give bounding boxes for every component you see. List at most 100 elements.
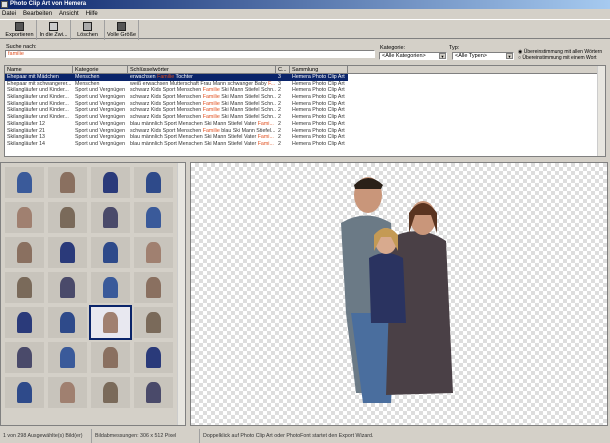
cell-count: 2	[278, 107, 281, 114]
cell-empty	[348, 81, 605, 88]
table-row[interactable]: Skilangläufer und Kinder... Sport und Ve…	[5, 114, 605, 121]
table-scrollbar[interactable]	[597, 66, 605, 156]
full-size-label: Volle Größe	[106, 32, 137, 38]
thumbnail[interactable]	[91, 272, 130, 303]
table-row[interactable]: Skilangläufer und Kinder... Sport und Ve…	[5, 107, 605, 114]
thumbnail[interactable]	[48, 307, 87, 338]
thumbnail[interactable]	[48, 167, 87, 198]
thumbnail[interactable]	[91, 342, 130, 373]
delete-button[interactable]: Löschen	[71, 20, 105, 40]
type-select[interactable]: <Alle Typen> ▼	[452, 52, 514, 60]
match-any-radio[interactable]: ○ Übereinstimmung mit einem Wort	[518, 55, 602, 61]
keywords-text: erwachsen	[130, 74, 158, 80]
table-row[interactable]: Skilangläufer 13 Sport und Vergnügen bla…	[5, 134, 605, 141]
cell-collection: Hemera Photo Clip Art	[292, 134, 345, 141]
thumbnail[interactable]	[91, 167, 130, 198]
thumbnail[interactable]	[5, 342, 44, 373]
cell-keywords: schwarz Kids Sport Menschen Familie Ski …	[128, 101, 276, 108]
col-name[interactable]: Name	[5, 66, 73, 73]
col-count[interactable]: C...	[276, 66, 290, 73]
thumbnail[interactable]	[134, 202, 173, 233]
clipboard-button[interactable]: In die Zwi...	[37, 20, 71, 40]
table-row[interactable]: Skilangläufer und Kinder... Sport und Ve…	[5, 101, 605, 108]
cell-count: 2	[278, 140, 281, 147]
thumbnail-image	[16, 171, 33, 194]
thumbnail[interactable]	[91, 202, 130, 233]
search-input[interactable]: familie	[5, 50, 375, 58]
cell-collection: Hemera Photo Clip Art	[292, 107, 345, 114]
menu-bearbeiten[interactable]: Bearbeiten	[23, 10, 52, 18]
cell-keywords: schwarz Kids Sport Menschen Familie blau…	[128, 128, 276, 135]
match-options: ◉ Übereinstimmung mit allen Wörtern ○ Üb…	[518, 49, 602, 61]
thumbnail[interactable]	[48, 377, 87, 408]
thumbnail-image	[16, 241, 33, 264]
table-row[interactable]: Skilangläufer 14 Sport und Vergnügen bla…	[5, 141, 605, 148]
keywords-text: Ski Mann Stiefel Schn...	[219, 87, 276, 94]
cell-empty	[348, 128, 605, 135]
table-row[interactable]: Skilangläufer 12 Sport und Vergnügen bla…	[5, 121, 605, 128]
table-row[interactable]: Skilangläufer und Kinder... Sport und Ve…	[5, 94, 605, 101]
thumbnail[interactable]	[91, 237, 130, 268]
table-row[interactable]: Skilangläufer und Kinder... Sport und Ve…	[5, 87, 605, 94]
keywords-text: blau männlich Sport Menschen Ski Mann St…	[130, 134, 258, 141]
table-row[interactable]: Skilangläufer 21 Sport und Vergnügen sch…	[5, 128, 605, 135]
table-row[interactable]: Ehepaar mit schwangerer... Menschen weiß…	[5, 81, 605, 88]
chevron-down-icon[interactable]: ▼	[439, 53, 446, 59]
keyword-highlight: Familie	[202, 94, 220, 101]
full-size-icon	[117, 22, 126, 31]
thumbnail[interactable]	[134, 307, 173, 338]
col-collection[interactable]: Sammlung	[290, 66, 348, 73]
thumbnail[interactable]	[48, 272, 87, 303]
thumbnail-image	[59, 241, 76, 264]
category-select[interactable]: <Alle Kategorien> ▼	[379, 52, 447, 60]
export-button[interactable]: Exportieren	[3, 20, 37, 40]
thumbnail[interactable]	[134, 342, 173, 373]
cell-count: 3	[276, 74, 290, 81]
cell-name: Skilangläufer 12	[7, 120, 45, 127]
thumbnail-image	[16, 311, 33, 334]
cell-category: Sport und Vergnügen	[75, 140, 126, 147]
col-keywords[interactable]: Schlüsselwörter	[128, 66, 276, 73]
thumbnail[interactable]	[48, 237, 87, 268]
thumbnail-scrollbar[interactable]	[177, 163, 185, 425]
menu-hilfe[interactable]: Hilfe	[86, 10, 98, 18]
thumbnail[interactable]	[5, 377, 44, 408]
thumbnail[interactable]	[89, 305, 132, 340]
menu-ansicht[interactable]: Ansicht	[59, 10, 79, 18]
keyword-highlight: Familie	[157, 74, 175, 80]
thumbnail[interactable]	[48, 202, 87, 233]
keywords-text: schwarz Kids Sport Menschen	[130, 100, 203, 107]
thumbnail-panel	[0, 162, 186, 426]
thumbnail-image	[145, 206, 162, 229]
cell-count: 2	[278, 120, 281, 127]
cell-collection: Hemera Photo Clip Art	[292, 114, 345, 121]
col-category[interactable]: Kategorie	[73, 66, 128, 73]
thumbnail-image	[16, 206, 33, 229]
cell-name: Skilangläufer 21	[7, 127, 45, 134]
thumbnail[interactable]	[48, 342, 87, 373]
thumbnail[interactable]	[134, 377, 173, 408]
title-bar: Photo Clip Art von Hemera	[0, 0, 610, 9]
keywords-text: blau männlich Sport Menschen Ski Mann St…	[130, 140, 258, 147]
thumbnail[interactable]	[5, 307, 44, 338]
thumbnail[interactable]	[5, 202, 44, 233]
thumbnail[interactable]	[134, 237, 173, 268]
thumbnail[interactable]	[134, 272, 173, 303]
cell-collection: Hemera Photo Clip Art	[292, 80, 345, 87]
cell-category: Menschen	[75, 80, 100, 87]
thumbnail[interactable]	[134, 167, 173, 198]
menu-bar: Datei Bearbeiten Ansicht Hilfe	[2, 10, 98, 18]
table-row[interactable]: Ehepaar mit Mädchen Menschen erwachsen F…	[5, 74, 605, 81]
thumbnail[interactable]	[5, 237, 44, 268]
thumbnail[interactable]	[5, 272, 44, 303]
full-size-button[interactable]: Volle Größe	[105, 20, 139, 40]
thumbnail[interactable]	[5, 167, 44, 198]
status-hint: Doppelklick auf Photo Clip Art oder Phot…	[203, 433, 374, 439]
cell-category: Sport und Vergnügen	[75, 100, 126, 107]
keywords-text: Ski Mann Stiefel Schn...	[219, 100, 276, 107]
cell-name: Skilangläufer und Kinder...	[7, 114, 69, 121]
thumbnail[interactable]	[91, 377, 130, 408]
chevron-down-icon[interactable]: ▼	[506, 53, 513, 59]
menu-datei[interactable]: Datei	[2, 10, 16, 18]
cell-keywords: blau männlich Sport Menschen Ski Mann St…	[128, 134, 276, 141]
